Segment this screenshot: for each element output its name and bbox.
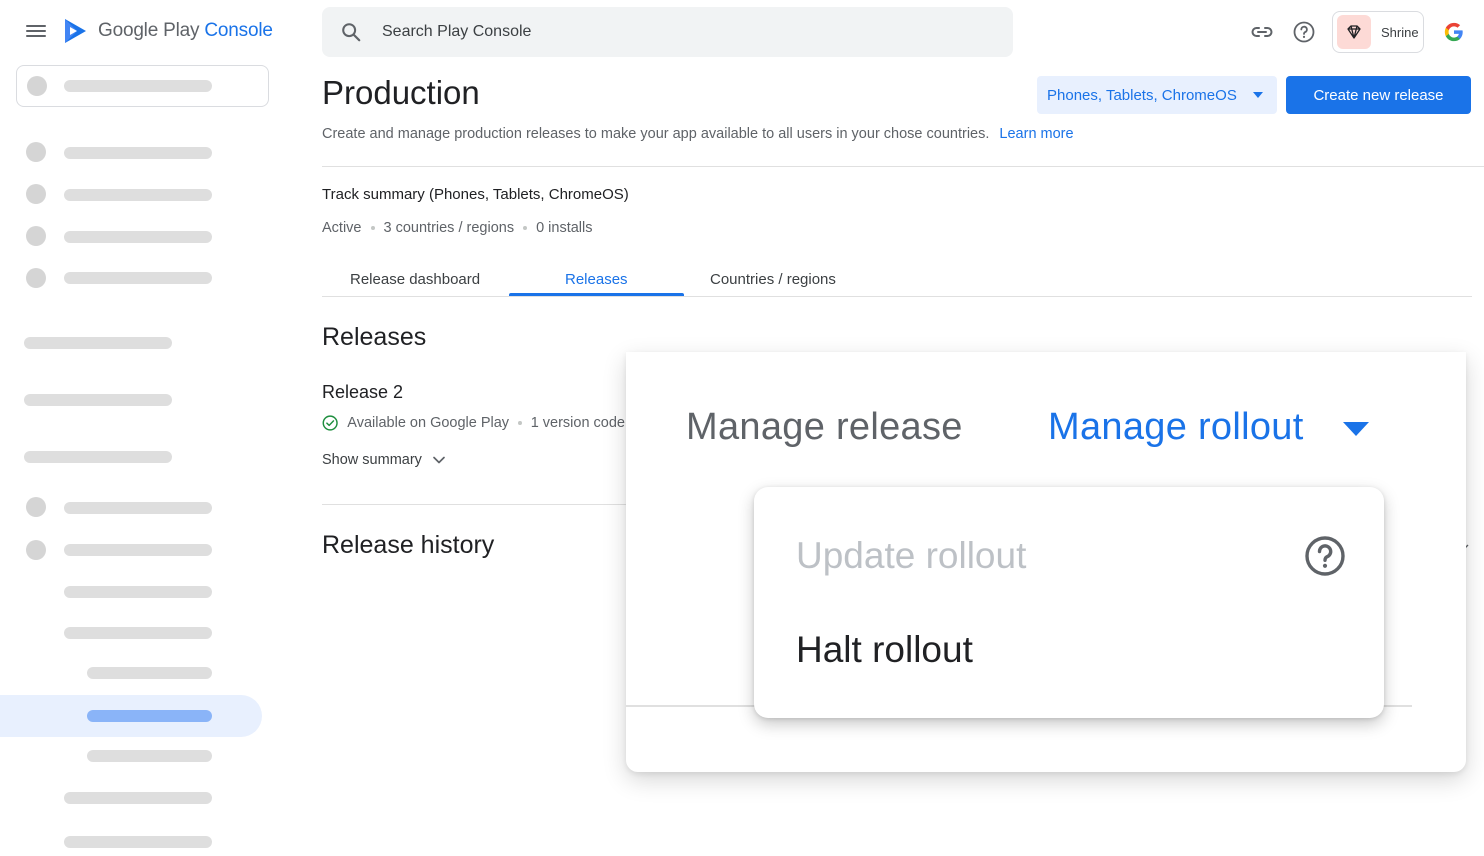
track-status: Active [322, 220, 362, 236]
tab-countries-regions[interactable]: Countries / regions [710, 271, 836, 288]
page-title: Production [322, 74, 480, 111]
release-history-title: Release history [322, 531, 495, 559]
rollout-menu: Update rollout Halt rollout [754, 487, 1384, 718]
check-circle-icon [322, 415, 338, 431]
separator-dot [370, 226, 375, 230]
release-version-codes: 1 version code [530, 415, 625, 431]
track-summary-meta: Active 3 countries / regions 0 installs [322, 220, 593, 236]
sidebar-placeholder-section[interactable] [24, 451, 172, 463]
release-status: Available on Google Play 1 version code [322, 414, 625, 432]
track-installs: 0 installs [536, 220, 593, 236]
sidebar: Google Play Console [0, 0, 290, 856]
help-icon[interactable] [1292, 20, 1316, 44]
track-summary-title: Track summary (Phones, Tablets, ChromeOS… [322, 186, 629, 203]
page-description: Create and manage production releases to… [322, 126, 1074, 142]
manage-release-zoom-callout: Manage release Manage rollout Update rol… [626, 352, 1466, 772]
page-description-text: Create and manage production releases to… [322, 126, 990, 142]
menu-item-update-rollout: Update rollout [796, 535, 1027, 576]
sidebar-placeholder-subitem[interactable] [87, 667, 212, 679]
sidebar-placeholder-subitem[interactable] [64, 836, 212, 848]
show-summary-label: Show summary [322, 452, 422, 468]
menu-item-halt-rollout[interactable]: Halt rollout [796, 629, 973, 671]
release-availability: Available on Google Play [347, 415, 510, 431]
app-picker-placeholder-text [64, 80, 212, 92]
create-new-release-button[interactable]: Create new release [1286, 76, 1471, 114]
app-picker-placeholder-icon [27, 76, 47, 96]
chevron-down-icon [1253, 92, 1263, 98]
logo-console: Console [204, 20, 273, 41]
shrine-logo-icon [1337, 15, 1371, 49]
search-icon [342, 23, 361, 42]
divider [322, 504, 627, 505]
app-name: Shrine [1381, 24, 1419, 40]
sidebar-placeholder-section[interactable] [24, 337, 172, 349]
releases-section-title: Releases [322, 323, 427, 351]
search-input[interactable]: Search Play Console [382, 23, 531, 41]
device-filter-dropdown[interactable]: Phones, Tablets, ChromeOS [1037, 76, 1277, 114]
active-tab-indicator [509, 293, 684, 296]
tab-release-dashboard[interactable]: Release dashboard [350, 271, 480, 288]
release-name: Release 2 [322, 382, 404, 402]
divider [322, 166, 1484, 167]
sidebar-placeholder-subitem[interactable] [64, 792, 212, 804]
separator-dot [523, 226, 528, 230]
sidebar-item-production-selected[interactable] [0, 695, 262, 737]
sidebar-placeholder-subitem[interactable] [64, 586, 212, 598]
chevron-down-icon [433, 456, 445, 464]
logo-text: Google Play Console [98, 20, 273, 42]
search-bar[interactable]: Search Play Console [322, 7, 1013, 57]
device-filter-label: Phones, Tablets, ChromeOS [1047, 86, 1237, 104]
google-account-icon[interactable] [1443, 21, 1465, 43]
manage-rollout-button[interactable]: Manage rollout [1048, 406, 1304, 449]
play-console-logo[interactable]: Google Play Console [62, 16, 273, 46]
dropdown-arrow-icon[interactable] [1343, 422, 1369, 436]
app-switcher-chip[interactable]: Shrine [1332, 11, 1424, 53]
help-icon[interactable] [1304, 535, 1346, 577]
learn-more-link[interactable]: Learn more [999, 126, 1073, 142]
sidebar-placeholder-subitem[interactable] [87, 750, 212, 762]
app-picker[interactable] [16, 65, 269, 107]
sidebar-placeholder-subitem[interactable] [64, 627, 212, 639]
manage-release-label: Manage release [686, 406, 963, 448]
track-countries: 3 countries / regions [383, 220, 515, 236]
link-icon[interactable] [1250, 20, 1274, 44]
play-logo-icon [65, 19, 86, 43]
menu-icon[interactable] [24, 22, 48, 42]
sidebar-selected-placeholder-text [87, 710, 212, 722]
logo-google-play: Google Play [98, 20, 200, 41]
tab-releases[interactable]: Releases [565, 271, 628, 288]
separator-dot [518, 421, 522, 425]
sidebar-placeholder-section[interactable] [24, 394, 172, 406]
show-summary-toggle[interactable]: Show summary [322, 452, 446, 468]
tab-bar: Release dashboard Releases Countries / r… [322, 262, 1472, 297]
